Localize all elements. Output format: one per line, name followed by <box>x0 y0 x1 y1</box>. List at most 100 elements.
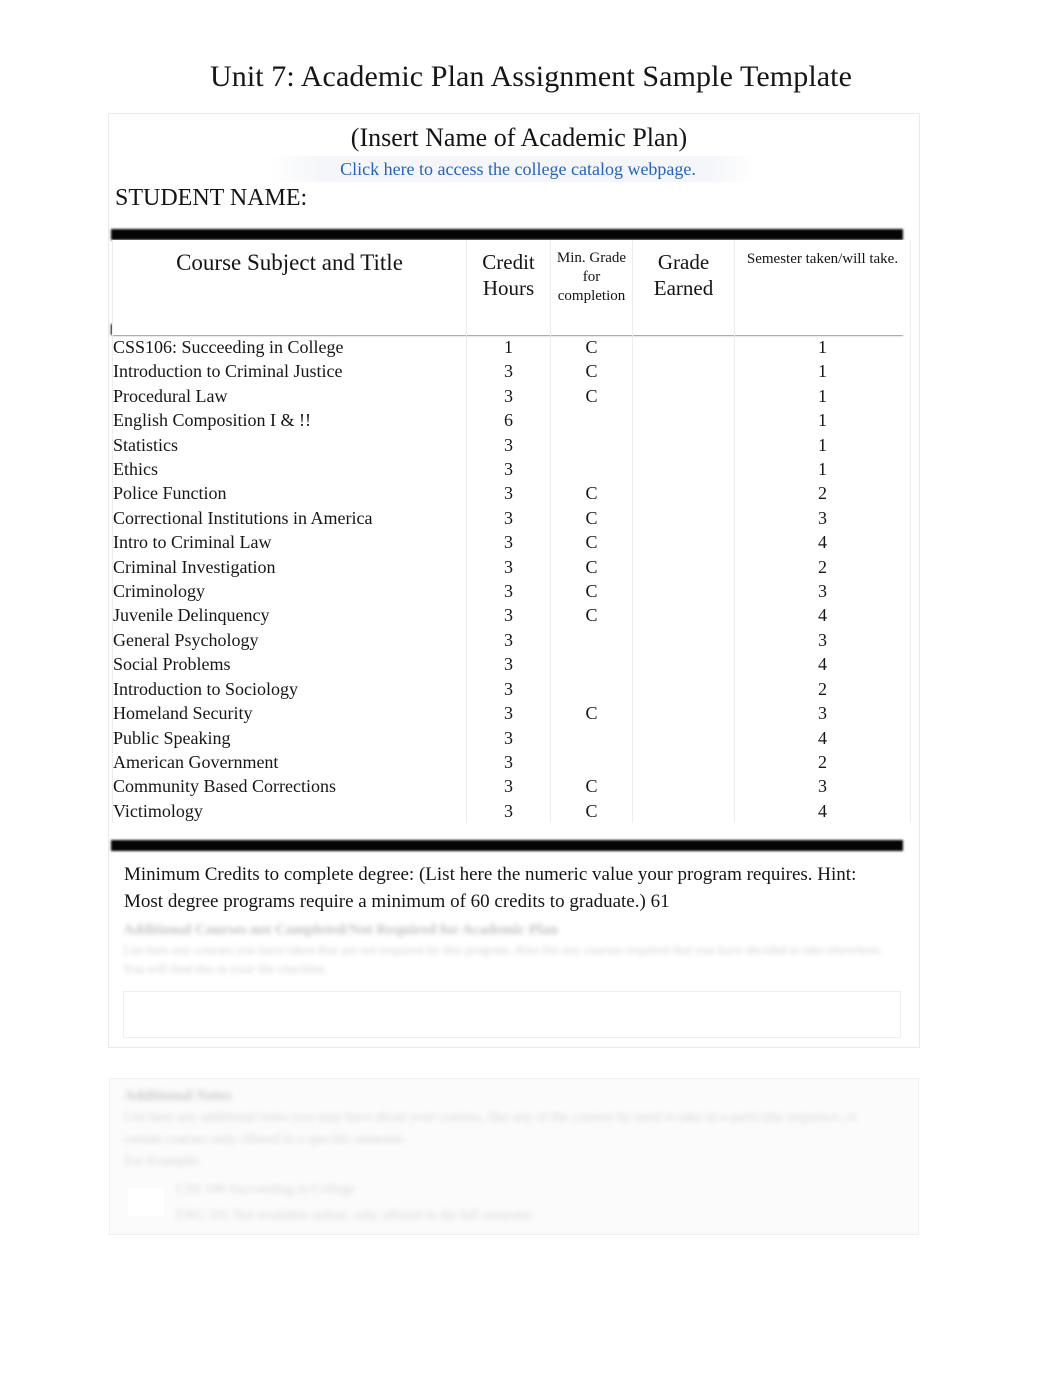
cell-min-grade[interactable]: C <box>550 554 633 580</box>
cell-credit-hours[interactable]: 3 <box>466 359 551 384</box>
cell-course[interactable]: Introduction to Criminal Justice <box>112 359 467 384</box>
cell-min-grade[interactable]: C <box>550 603 633 628</box>
cell-min-grade[interactable] <box>550 676 633 702</box>
table-row[interactable]: English Composition I & !! 6 1 <box>112 408 911 433</box>
table-row[interactable]: Homeland Security 3 C 3 <box>112 701 911 726</box>
cell-grade-earned[interactable] <box>632 335 735 360</box>
cell-course[interactable]: Statistics <box>112 432 467 458</box>
table-row[interactable]: Criminal Investigation 3 C 2 <box>112 554 911 580</box>
cell-grade-earned[interactable] <box>632 457 735 482</box>
cell-semester[interactable]: 3 <box>734 627 911 653</box>
cell-semester[interactable]: 1 <box>734 359 911 384</box>
table-row[interactable]: Police Function 3 C 2 <box>112 481 911 506</box>
cell-grade-earned[interactable] <box>632 432 735 458</box>
cell-grade-earned[interactable] <box>632 481 735 506</box>
table-row[interactable]: Public Speaking 3 4 <box>112 725 911 750</box>
cell-course[interactable]: Introduction to Sociology <box>112 676 467 702</box>
cell-min-grade[interactable]: C <box>550 701 633 726</box>
plan-name-field[interactable]: (Insert Name of Academic Plan) <box>109 120 919 156</box>
cell-course[interactable]: Police Function <box>112 481 467 506</box>
cell-grade-earned[interactable] <box>632 676 735 702</box>
table-row[interactable]: General Psychology 3 3 <box>112 627 911 653</box>
cell-min-grade[interactable]: C <box>550 530 633 555</box>
cell-credit-hours[interactable]: 3 <box>466 579 551 604</box>
cell-grade-earned[interactable] <box>632 725 735 750</box>
cell-min-grade[interactable] <box>550 652 633 677</box>
cell-min-grade[interactable] <box>550 627 633 653</box>
cell-course[interactable]: Intro to Criminal Law <box>112 530 467 555</box>
table-row[interactable]: Social Problems 3 4 <box>112 652 911 677</box>
table-row[interactable]: Intro to Criminal Law 3 C 4 <box>112 530 911 555</box>
cell-credit-hours[interactable]: 3 <box>466 505 551 531</box>
cell-semester[interactable]: 3 <box>734 505 911 531</box>
cell-semester[interactable]: 2 <box>734 676 911 702</box>
cell-semester[interactable]: 3 <box>734 579 911 604</box>
cell-credit-hours[interactable]: 3 <box>466 457 551 482</box>
cell-course[interactable]: Social Problems <box>112 652 467 677</box>
cell-semester[interactable]: 1 <box>734 408 911 433</box>
cell-credit-hours[interactable]: 3 <box>466 481 551 506</box>
cell-grade-earned[interactable] <box>632 603 735 628</box>
table-row[interactable]: American Government 3 2 <box>112 749 911 775</box>
cell-semester[interactable]: 2 <box>734 749 911 775</box>
cell-min-grade[interactable]: C <box>550 383 633 409</box>
cell-course[interactable]: Correctional Institutions in America <box>112 505 467 531</box>
cell-credit-hours[interactable]: 3 <box>466 554 551 580</box>
cell-min-grade[interactable]: C <box>550 798 633 824</box>
cell-min-grade[interactable]: C <box>550 505 633 531</box>
table-row[interactable]: Community Based Corrections 3 C 3 <box>112 774 911 799</box>
cell-semester[interactable]: 1 <box>734 457 911 482</box>
cell-credit-hours[interactable]: 3 <box>466 530 551 555</box>
cell-semester[interactable]: 1 <box>734 383 911 409</box>
cell-credit-hours[interactable]: 3 <box>466 627 551 653</box>
cell-min-grade[interactable] <box>550 408 633 433</box>
minimum-credits-text[interactable]: Minimum Credits to complete degree: (Lis… <box>124 861 892 915</box>
student-name-label[interactable]: STUDENT NAME: <box>109 182 919 214</box>
cell-grade-earned[interactable] <box>632 798 735 824</box>
cell-credit-hours[interactable]: 3 <box>466 603 551 628</box>
cell-min-grade[interactable] <box>550 749 633 775</box>
table-row[interactable]: Introduction to Criminal Justice 3 C 1 <box>112 359 911 384</box>
cell-min-grade[interactable]: C <box>550 335 633 360</box>
cell-credit-hours[interactable]: 3 <box>466 383 551 409</box>
cell-course[interactable]: Public Speaking <box>112 725 467 750</box>
cell-credit-hours[interactable]: 3 <box>466 432 551 458</box>
additional-courses-input-box[interactable] <box>123 991 901 1038</box>
cell-course[interactable]: Ethics <box>112 457 467 482</box>
catalog-link[interactable]: Click here to access the college catalog… <box>109 156 919 182</box>
table-row[interactable]: Introduction to Sociology 3 2 <box>112 676 911 702</box>
cell-grade-earned[interactable] <box>632 505 735 531</box>
cell-course[interactable]: English Composition I & !! <box>112 408 467 433</box>
cell-credit-hours[interactable]: 3 <box>466 798 551 824</box>
cell-grade-earned[interactable] <box>632 749 735 775</box>
cell-grade-earned[interactable] <box>632 554 735 580</box>
table-row[interactable]: CSS106: Succeeding in College 1 C 1 <box>112 335 911 360</box>
table-row[interactable]: Statistics 3 1 <box>112 432 911 458</box>
cell-semester[interactable]: 4 <box>734 725 911 750</box>
cell-min-grade[interactable] <box>550 457 633 482</box>
cell-grade-earned[interactable] <box>632 774 735 799</box>
cell-grade-earned[interactable] <box>632 383 735 409</box>
cell-semester[interactable]: 4 <box>734 652 911 677</box>
cell-grade-earned[interactable] <box>632 701 735 726</box>
table-row[interactable]: Procedural Law 3 C 1 <box>112 383 911 409</box>
cell-credit-hours[interactable]: 3 <box>466 749 551 775</box>
cell-credit-hours[interactable]: 1 <box>466 335 551 360</box>
cell-min-grade[interactable]: C <box>550 481 633 506</box>
cell-semester[interactable]: 4 <box>734 530 911 555</box>
cell-semester[interactable]: 4 <box>734 603 911 628</box>
cell-credit-hours[interactable]: 3 <box>466 774 551 799</box>
cell-credit-hours[interactable]: 3 <box>466 676 551 702</box>
table-row[interactable]: Correctional Institutions in America 3 C 3 <box>112 505 911 531</box>
cell-semester[interactable]: 3 <box>734 701 911 726</box>
cell-grade-earned[interactable] <box>632 652 735 677</box>
cell-course[interactable]: Juvenile Delinquency <box>112 603 467 628</box>
cell-grade-earned[interactable] <box>632 408 735 433</box>
cell-credit-hours[interactable]: 6 <box>466 408 551 433</box>
cell-semester[interactable]: 2 <box>734 481 911 506</box>
cell-course[interactable]: Criminal Investigation <box>112 554 467 580</box>
cell-credit-hours[interactable]: 3 <box>466 725 551 750</box>
cell-semester[interactable]: 4 <box>734 798 911 824</box>
cell-grade-earned[interactable] <box>632 627 735 653</box>
cell-semester[interactable]: 3 <box>734 774 911 799</box>
